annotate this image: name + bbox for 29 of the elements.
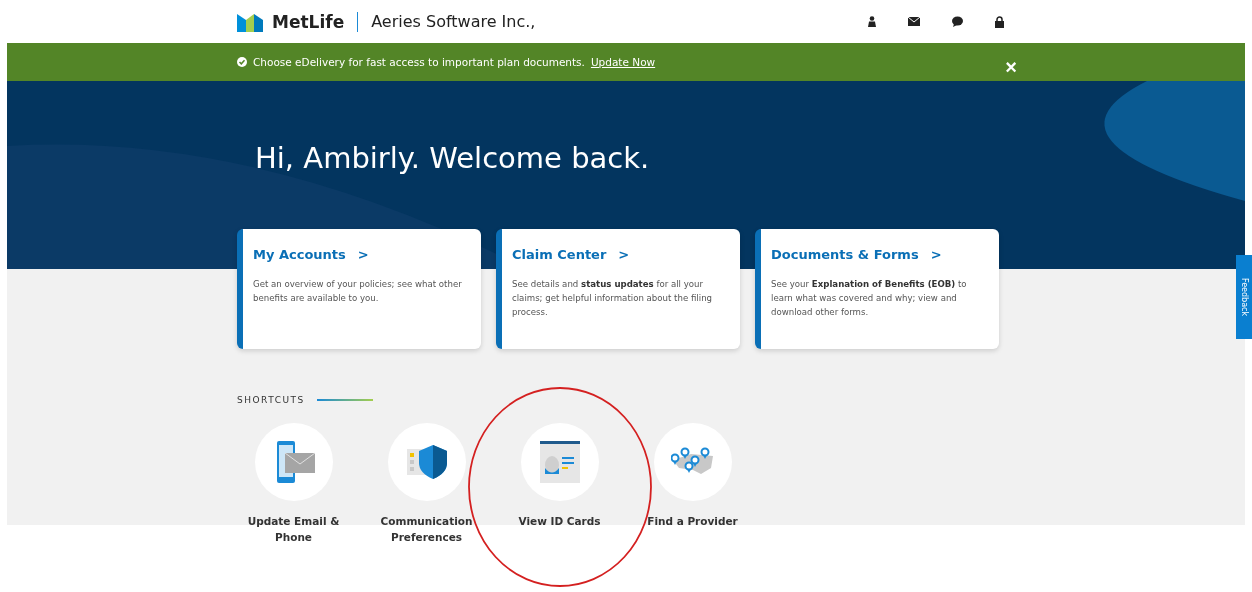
logo-icon — [237, 11, 263, 32]
shortcut-link[interactable]: Communication Preferences — [376, 513, 477, 545]
nav-card[interactable]: Claim Center > See details and status updates for all your claims; get helpful information about the filing process. — [496, 229, 740, 349]
card-title-link[interactable]: Documents & Forms > — [771, 247, 942, 262]
id-card-icon[interactable] — [539, 441, 580, 483]
document-shield-icon[interactable] — [406, 445, 447, 479]
user-icon[interactable] — [868, 16, 876, 27]
welcome-heading: Hi, Ambirly. Welcome back. — [255, 141, 651, 175]
card-description: See your Explanation of Benefits (EOB) to learn what was covered and why; view and download other forms. — [771, 278, 968, 319]
shortcut-link[interactable]: View ID Cards — [509, 513, 610, 529]
feedback-tab[interactable]: Feedback — [1236, 255, 1252, 339]
lock-icon[interactable] — [995, 15, 1004, 28]
shortcut-link[interactable]: Find a Provider — [642, 513, 743, 529]
check-icon — [237, 57, 247, 67]
card-description: See details and status updates for all your claims; get helpful information about the filing process. — [512, 278, 714, 319]
banner-message: Choose eDelivery for fast access to important plan documents. — [253, 56, 585, 68]
mail-icon[interactable] — [908, 17, 920, 26]
shortcut-link[interactable]: Update Email & Phone — [243, 513, 344, 545]
company-name: Aeries Software Inc., — [371, 12, 536, 31]
update-now-link[interactable]: Update Now — [590, 56, 656, 68]
nav-card[interactable]: My Accounts > Get an overview of your policies; see what other benefits are available to you. — [237, 229, 481, 349]
chat-icon[interactable] — [952, 16, 963, 27]
brand-name: MetLife — [272, 11, 345, 32]
shortcuts-heading: SHORTCUTS — [237, 395, 305, 405]
card-description: Get an overview of your policies; see what other benefits are available to you. — [253, 278, 463, 305]
nav-card[interactable]: Documents & Forms > See your Explanation of Benefits (EOB) to learn what was covered and why; view and download other forms. — [755, 229, 999, 349]
card-title-link[interactable]: My Accounts > — [253, 247, 369, 262]
card-title-link[interactable]: Claim Center > — [512, 247, 630, 262]
close-button[interactable]: × — [1005, 55, 1017, 79]
